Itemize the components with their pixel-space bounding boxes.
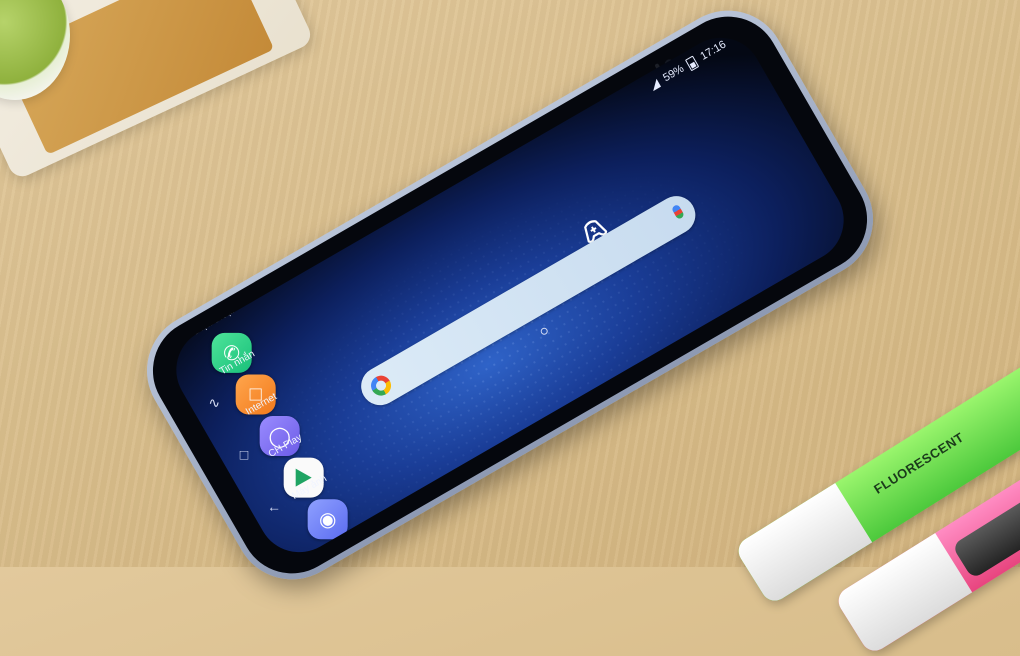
- google-mic-icon[interactable]: [670, 203, 685, 220]
- camera-icon: ◉: [307, 499, 348, 540]
- google-g-icon: [367, 371, 395, 400]
- home-icon[interactable]: □: [234, 446, 254, 462]
- back-icon[interactable]: ←: [264, 498, 284, 514]
- clock: 17:16: [698, 38, 729, 63]
- battery-level: 59%: [661, 62, 687, 85]
- app-camera[interactable]: ◉ Máy ảnh: [290, 473, 355, 547]
- recent-apps-icon[interactable]: ∿: [204, 394, 224, 411]
- battery-icon: [685, 54, 700, 71]
